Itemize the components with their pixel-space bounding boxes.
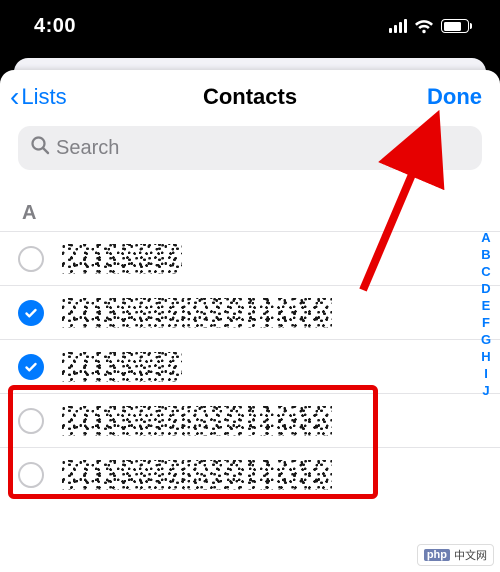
- selection-checkmark-icon[interactable]: [18, 300, 44, 326]
- watermark-text: 中文网: [454, 547, 487, 563]
- battery-icon: [441, 19, 472, 33]
- contact-name: [62, 298, 332, 328]
- contact-name: [62, 460, 332, 490]
- watermark: php 中文网: [417, 544, 494, 566]
- contact-name: [62, 406, 332, 436]
- section-header: A: [0, 174, 500, 231]
- index-letter[interactable]: B: [478, 247, 494, 262]
- index-letter[interactable]: D: [478, 281, 494, 296]
- index-letter[interactable]: E: [478, 298, 494, 313]
- contact-name: [62, 352, 182, 382]
- index-letter[interactable]: H: [478, 349, 494, 364]
- search-icon: [30, 135, 50, 161]
- selection-circle-icon[interactable]: [18, 246, 44, 272]
- page-title: Contacts: [203, 84, 297, 110]
- status-bar: 4:00: [0, 0, 500, 52]
- wifi-icon: [414, 19, 434, 34]
- contacts-list: [0, 231, 500, 501]
- contact-row[interactable]: [0, 285, 500, 339]
- selection-circle-icon[interactable]: [18, 408, 44, 434]
- index-letter[interactable]: C: [478, 264, 494, 279]
- contacts-sheet: ‹ Lists Contacts Done Search A: [0, 70, 500, 572]
- index-letter[interactable]: I: [478, 366, 494, 381]
- index-rail[interactable]: A B C D E F G H I J: [478, 230, 494, 398]
- back-button[interactable]: ‹ Lists: [10, 84, 67, 110]
- back-label: Lists: [21, 84, 66, 110]
- contact-row[interactable]: [0, 447, 500, 501]
- selection-circle-icon[interactable]: [18, 462, 44, 488]
- selection-checkmark-icon[interactable]: [18, 354, 44, 380]
- status-indicators: [389, 19, 472, 34]
- chevron-left-icon: ‹: [10, 86, 19, 108]
- contact-row[interactable]: [0, 231, 500, 285]
- nav-bar: ‹ Lists Contacts Done: [0, 70, 500, 120]
- index-letter[interactable]: J: [478, 383, 494, 398]
- done-button[interactable]: Done: [427, 84, 482, 110]
- index-letter[interactable]: G: [478, 332, 494, 347]
- search-input[interactable]: Search: [18, 126, 482, 170]
- contact-row[interactable]: [0, 393, 500, 447]
- contact-name: [62, 244, 182, 274]
- index-letter[interactable]: F: [478, 315, 494, 330]
- search-placeholder: Search: [56, 137, 119, 160]
- contact-row[interactable]: [0, 339, 500, 393]
- watermark-prefix: php: [424, 549, 450, 561]
- index-letter[interactable]: A: [478, 230, 494, 245]
- cellular-signal-icon: [389, 19, 407, 33]
- status-time: 4:00: [34, 15, 76, 38]
